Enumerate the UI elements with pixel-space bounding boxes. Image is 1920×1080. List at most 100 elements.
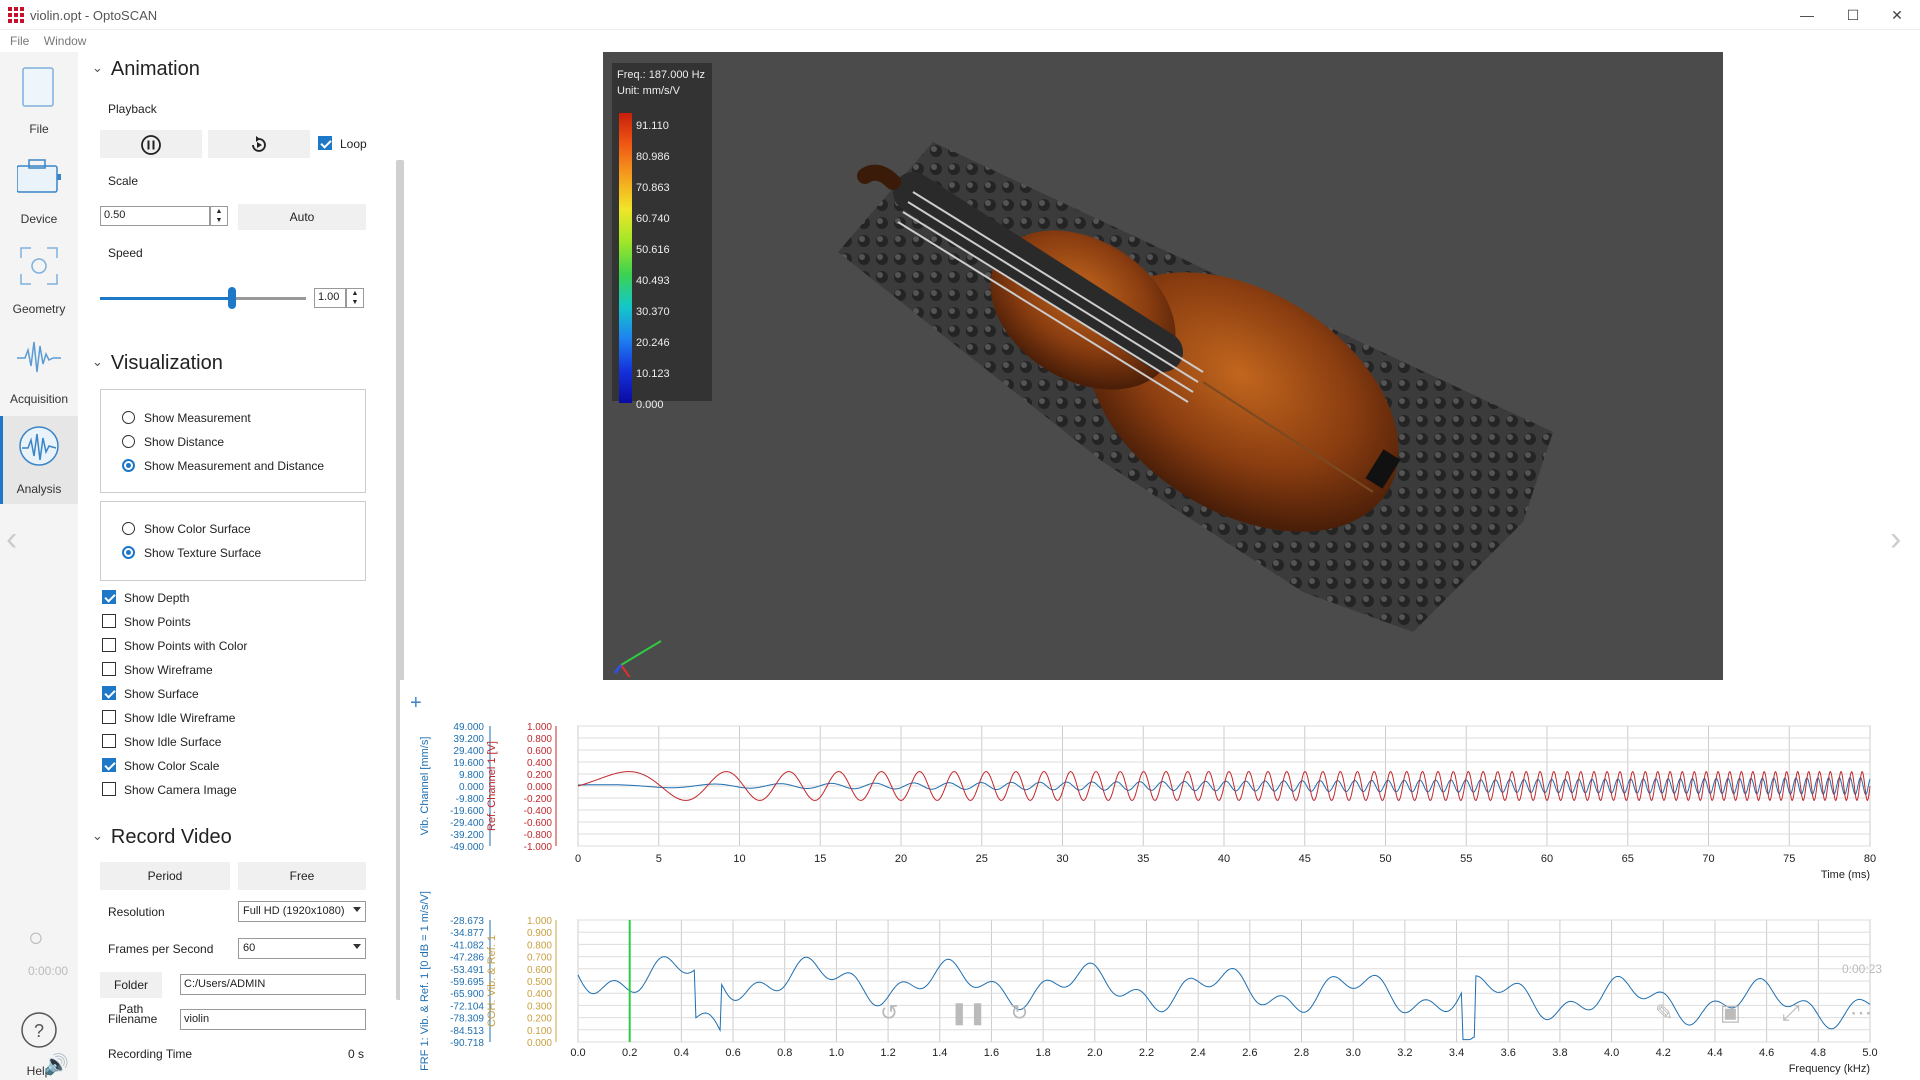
checkbox-show-surface[interactable] (102, 686, 116, 700)
animation-header[interactable]: ⌄ Animation (92, 58, 200, 81)
checkbox-show-wireframe[interactable] (102, 662, 116, 676)
checkbox-show-color-scale[interactable] (102, 758, 116, 772)
checkbox-show-points[interactable] (102, 614, 116, 628)
y-tick-label-right: 0.000 (527, 1038, 552, 1049)
x-tick-label: 60 (1541, 853, 1553, 865)
filename-input[interactable]: violin (180, 1009, 366, 1030)
scale-input[interactable]: 0.50 (100, 206, 210, 226)
filename-label: Filename (108, 1012, 158, 1026)
radio-show-measurement[interactable] (122, 411, 135, 424)
y-tick-label-left: -28.673 (450, 916, 484, 927)
y-tick-label-left: 0.000 (459, 782, 484, 793)
checkbox-show-idle-surface[interactable] (102, 734, 116, 748)
nav-device[interactable]: Device (0, 146, 78, 234)
pencil-icon[interactable]: ✎ (1655, 1000, 1673, 1026)
folder-path-button[interactable]: Folder Path (100, 972, 162, 1016)
x-tick-label: 5.0 (1862, 1047, 1877, 1059)
y-tick-label-right: 0.100 (527, 1026, 552, 1037)
3d-viewport[interactable]: Freq.: 187.000 Hz Unit: mm/s/V 91.110 80… (603, 52, 1723, 680)
y-tick-label-left: -29.400 (450, 818, 484, 829)
x-tick-label: 1.0 (829, 1047, 844, 1059)
surface-group (100, 501, 366, 581)
radio-show-color-surface[interactable] (122, 522, 135, 535)
radio-show-measurement-and-distance[interactable] (122, 459, 135, 472)
minimize-icon[interactable]: — (1784, 0, 1830, 30)
y-axis-title-right: COH: Vib. & Ref. 1 (486, 935, 498, 1027)
nav-acquisition[interactable]: Acquisition (0, 326, 78, 414)
x-tick-label: 1.4 (932, 1047, 947, 1059)
y-tick-label-right: 0.300 (527, 1001, 552, 1012)
checkbox-label: Show Points (124, 615, 191, 629)
speed-slider-handle[interactable] (228, 287, 236, 309)
x-tick-label: 25 (976, 853, 988, 865)
y-tick-label-left: -72.104 (450, 1001, 484, 1012)
folder-path-input[interactable]: C:/Users/ADMIN (180, 974, 366, 995)
replay-button[interactable] (208, 130, 310, 158)
pause-overlay-icon[interactable]: ❚❚ (950, 1000, 987, 1026)
checkbox-label: Show Wireframe (124, 663, 213, 677)
nav-geometry[interactable]: Geometry (0, 236, 78, 324)
x-tick-label: 1.2 (880, 1047, 895, 1059)
menu-file[interactable]: File (10, 30, 29, 52)
nav-analysis[interactable]: Analysis (0, 416, 78, 504)
pause-button[interactable] (100, 130, 202, 158)
x-tick-label: 3.4 (1449, 1047, 1464, 1059)
period-button[interactable]: Period (100, 862, 230, 890)
y-tick-label-left: -78.309 (450, 1014, 484, 1025)
pip-icon[interactable]: ▣ (1720, 1000, 1741, 1026)
axes-gizmo-icon (613, 640, 662, 677)
maximize-icon[interactable]: ☐ (1830, 0, 1876, 30)
resolution-select[interactable]: Full HD (1920x1080) (238, 901, 366, 922)
rewind-10-icon[interactable]: ↺ (880, 1000, 898, 1026)
speed-spinner[interactable]: ▲ ▼ (346, 288, 364, 308)
radio-show-texture-surface[interactable] (122, 546, 135, 559)
close-icon[interactable]: ✕ (1874, 0, 1920, 30)
forward-30-icon[interactable]: ↻ (1010, 1000, 1028, 1026)
x-tick-label: 65 (1622, 853, 1634, 865)
nav-rail: File Device Geometry Acquisition Analysi… (0, 52, 78, 1080)
x-tick-label: 55 (1460, 853, 1472, 865)
checkbox-show-camera-image[interactable] (102, 782, 116, 796)
record-video-header[interactable]: ⌄ Record Video (92, 826, 232, 849)
chevron-down-icon: ⌄ (92, 828, 103, 843)
x-tick-label: 4.2 (1656, 1047, 1671, 1059)
loop-checkbox[interactable] (318, 136, 332, 150)
violin-3d-model[interactable] (603, 52, 1723, 680)
checkbox-show-idle-wireframe[interactable] (102, 710, 116, 724)
volume-icon[interactable]: 🔊 (44, 1052, 69, 1077)
fps-select[interactable]: 60 (238, 938, 366, 959)
visualization-header[interactable]: ⌄ Visualization (92, 352, 223, 375)
y-axis-title-left: FRF 1: Vib. & Ref. 1 [0 dB = 1 m/s/V] (419, 891, 431, 1071)
checkbox-show-points-with-color[interactable] (102, 638, 116, 652)
x-tick-label: 0.0 (570, 1047, 585, 1059)
nav-label: Geometry (12, 302, 66, 316)
checkbox-label: Show Points with Color (124, 639, 248, 653)
app-logo-icon (8, 7, 24, 23)
checkbox-label: Show Camera Image (124, 783, 237, 797)
scale-spinner[interactable]: ▲ ▼ (210, 206, 228, 226)
x-tick-label: 4.0 (1604, 1047, 1619, 1059)
visualization-title: Visualization (110, 352, 223, 374)
resolution-value: Full HD (1920x1080) (243, 905, 345, 917)
y-axis-title-left: Vib. Channel [mm/s] (419, 737, 431, 836)
nav-file[interactable]: File (0, 56, 78, 144)
menu-bar: File Window (0, 30, 420, 52)
x-tick-label: 10 (733, 853, 745, 865)
x-tick-label: 5 (656, 853, 662, 865)
legend-tick: 20.246 (636, 337, 670, 349)
free-button[interactable]: Free (238, 862, 366, 890)
x-axis-title: Frequency (kHz) (1789, 1063, 1870, 1075)
y-tick-label-right: -0.200 (524, 794, 553, 805)
y-tick-label-right: -1.000 (524, 842, 553, 853)
more-icon[interactable]: ⋯ (1850, 1000, 1872, 1026)
checkbox-show-depth[interactable] (102, 590, 116, 604)
y-tick-label-right: 1.000 (527, 722, 552, 733)
collapse-icon[interactable]: ⤢ (1782, 1000, 1800, 1026)
speed-input[interactable]: 1.00 (314, 288, 346, 308)
y-tick-label-right: 0.500 (527, 977, 552, 988)
chevron-left-icon[interactable]: ‹ (6, 520, 17, 559)
radio-show-distance[interactable] (122, 435, 135, 448)
chevron-right-icon[interactable]: › (1890, 520, 1901, 559)
menu-window[interactable]: Window (44, 30, 87, 52)
auto-button[interactable]: Auto (238, 204, 366, 230)
